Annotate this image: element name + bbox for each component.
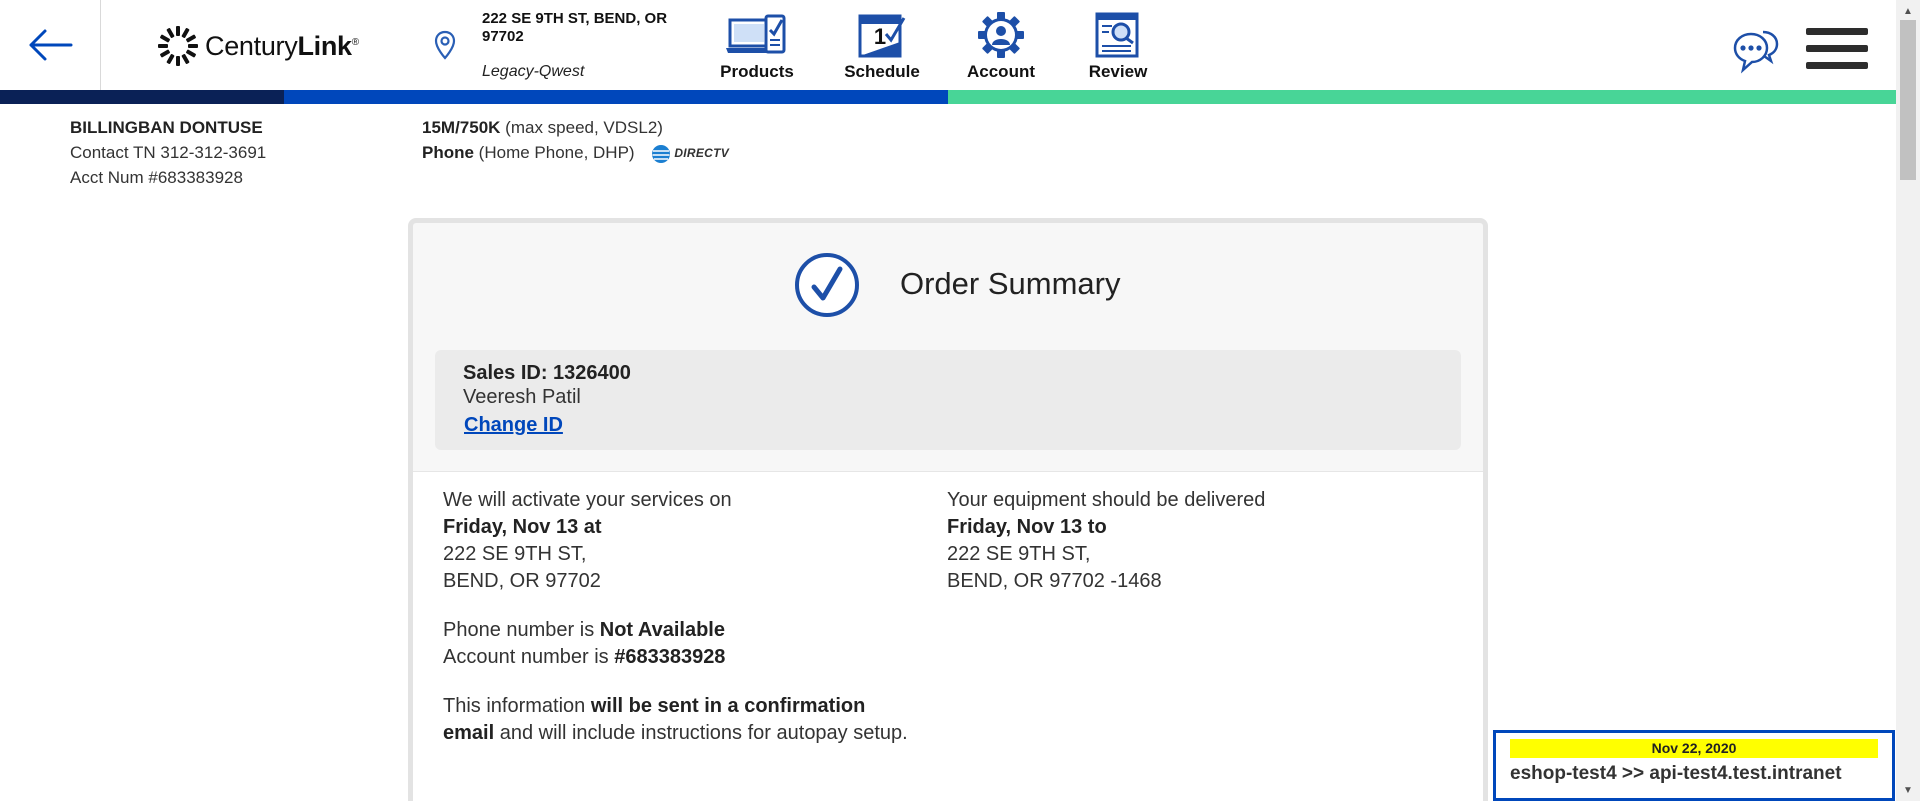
chat-bubbles-icon — [1733, 30, 1779, 74]
nav-products-label: Products — [720, 62, 794, 81]
activation-info: We will activate your services on Friday… — [443, 487, 913, 595]
document-search-icon — [1095, 12, 1139, 58]
internet-detail: (max speed, VDSL2) — [500, 118, 663, 137]
service-summary: 15M/750K (max speed, VDSL2) Phone (Home … — [422, 115, 729, 166]
nav-schedule[interactable]: 1 Schedule — [839, 12, 925, 82]
menu-bar — [1806, 28, 1868, 35]
activation-intro: We will activate your services on — [443, 489, 732, 511]
svg-text:1: 1 — [874, 24, 886, 49]
logo-wordmark: CenturyLink® — [205, 30, 359, 61]
progress-segment-active — [284, 90, 948, 104]
delivery-info: Your equipment should be delivered Frida… — [947, 487, 1417, 595]
change-id-link[interactable]: Change ID — [464, 413, 563, 437]
account-number-line: Account number is #683383928 — [443, 646, 726, 668]
delivery-date: Friday, Nov 13 to — [947, 516, 1107, 538]
order-details: We will activate your services on Friday… — [413, 471, 1483, 801]
app-header: CenturyLink® 222 SE 9TH ST, BEND, OR 977… — [0, 0, 1896, 90]
step-progress-bar — [0, 90, 1896, 104]
progress-segment-complete — [0, 90, 284, 104]
activation-column: We will activate your services on Friday… — [443, 487, 913, 769]
order-summary-header: Order Summary Sales ID: 1326400 Veeresh … — [413, 223, 1483, 471]
phone-number-line: Phone number is Not Available — [443, 619, 725, 641]
menu-bar — [1806, 62, 1868, 69]
order-summary-title: Order Summary — [900, 266, 1121, 301]
contact-tn: Contact TN 312-312-3691 — [70, 143, 267, 162]
scroll-thumb[interactable] — [1900, 20, 1916, 180]
nav-products[interactable]: Products — [718, 12, 796, 82]
delivery-street: 222 SE 9TH ST, — [947, 543, 1091, 565]
sales-id-panel: Sales ID: 1326400 Veeresh Patil Change I… — [435, 350, 1461, 450]
centurylink-burst-icon — [158, 26, 198, 66]
phone-label: Phone — [422, 143, 474, 162]
scroll-up-arrow-icon[interactable]: ▲ — [1896, 2, 1920, 20]
agent-name: Veeresh Patil — [463, 386, 581, 408]
confirmation-info: This information will be sent in a confi… — [443, 695, 908, 744]
att-globe-icon — [652, 144, 671, 163]
user-gear-icon — [978, 12, 1024, 58]
chat-button[interactable] — [1733, 26, 1779, 81]
menu-bar — [1806, 45, 1868, 52]
customer-name: BILLINGBAN DONTUSE — [70, 118, 263, 137]
activation-street: 222 SE 9TH ST, — [443, 543, 587, 565]
nav-review-label: Review — [1088, 62, 1148, 81]
arrow-left-icon — [29, 29, 73, 61]
checkmark-circle-icon — [795, 253, 859, 317]
address-region: Legacy-Qwest — [482, 63, 585, 80]
activation-city: BEND, OR 97702 — [443, 570, 601, 592]
numbers-info: Phone number is Not Available Account nu… — [443, 617, 913, 671]
environment-host: eshop-test4 >> api-test4.test.intranet — [1510, 763, 1842, 784]
environment-badge: Nov 22, 2020 eshop-test4 >> api-test4.te… — [1493, 730, 1895, 801]
directv-logo: DIRECTV — [651, 141, 729, 166]
centurylink-logo: CenturyLink® — [157, 22, 359, 70]
nav-account[interactable]: Account — [960, 12, 1042, 82]
phone-service: Phone (Home Phone, DHP) DIRECTV — [422, 140, 729, 166]
scroll-down-arrow-icon[interactable]: ▼ — [1896, 781, 1920, 799]
location-pin-icon — [434, 30, 456, 60]
activation-date: Friday, Nov 13 at — [443, 516, 602, 538]
nav-account-label: Account — [967, 62, 1035, 81]
laptop-checklist-icon — [726, 14, 786, 54]
customer-info: BILLINGBAN DONTUSE Contact TN 312-312-36… — [70, 115, 266, 190]
service-address: 222 SE 9TH ST, BEND, OR 97702 — [482, 10, 668, 45]
phone-detail: (Home Phone, DHP) — [473, 143, 635, 162]
back-button[interactable] — [0, 0, 101, 90]
internet-service: 15M/750K (max speed, VDSL2) — [422, 115, 729, 140]
progress-segment-final — [948, 90, 1896, 104]
vertical-scrollbar[interactable]: ▲ ▼ — [1896, 0, 1920, 801]
delivery-city: BEND, OR 97702 -1468 — [947, 570, 1162, 592]
order-summary-card: Order Summary Sales ID: 1326400 Veeresh … — [408, 218, 1488, 801]
account-number: Acct Num #683383928 — [70, 168, 243, 187]
internet-speed: 15M/750K — [422, 118, 501, 137]
sales-id: Sales ID: 1326400 — [463, 362, 631, 384]
hamburger-menu-icon[interactable] — [1806, 28, 1868, 79]
nav-review[interactable]: Review — [1082, 12, 1154, 82]
delivery-column: Your equipment should be delivered Frida… — [947, 487, 1417, 617]
calendar-check-icon: 1 — [858, 14, 906, 58]
delivery-intro: Your equipment should be delivered — [947, 489, 1266, 511]
nav-schedule-label: Schedule — [844, 62, 920, 81]
environment-date: Nov 22, 2020 — [1510, 739, 1878, 758]
